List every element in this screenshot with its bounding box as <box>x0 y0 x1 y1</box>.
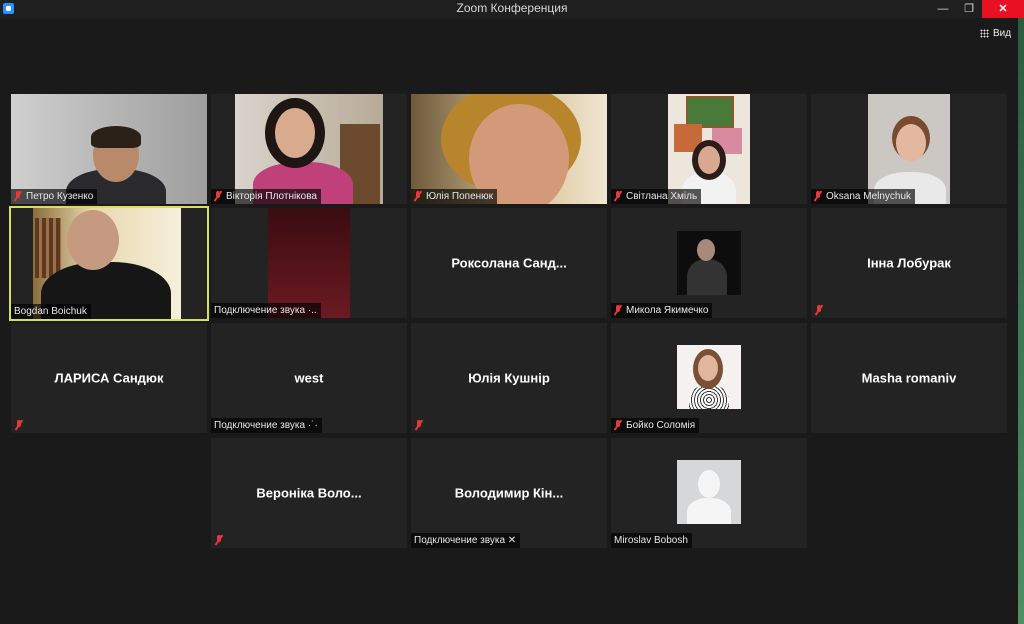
person-head <box>275 108 315 158</box>
video-tile[interactable]: Микола Якимечко <box>611 208 807 318</box>
mic-muted-icon <box>14 191 22 201</box>
participant-name: Микола Якимечко <box>626 305 709 316</box>
video-tile[interactable]: Володимир Кін... Подключение звука ✕ <box>411 438 607 548</box>
video-tile[interactable]: Юлія Кушнір <box>411 323 607 433</box>
person-head <box>698 355 718 381</box>
person-head <box>67 210 119 270</box>
participant-video <box>868 94 950 204</box>
bookshelf <box>35 218 61 278</box>
participant-label: Подключение звука ·.. <box>211 303 321 318</box>
mic-muted-icon <box>214 191 222 201</box>
participant-name: ЛАРИСА Сандюк <box>54 370 164 386</box>
participant-label: Світлана Хміль <box>611 189 702 204</box>
participant-status: Подключение звука ·.. <box>214 305 317 316</box>
video-tile[interactable]: Вікторія Плотнікова <box>211 94 407 204</box>
avatar-body <box>687 498 731 524</box>
participant-name: Бойко Соломія <box>626 420 696 431</box>
video-tile[interactable]: Masha romaniv <box>811 323 1007 433</box>
person-hair <box>91 126 141 148</box>
video-tile[interactable]: west Подключение звука ·˙· <box>211 323 407 433</box>
mic-muted-icon <box>815 305 823 315</box>
participant-name: Інна Лобурак <box>867 255 951 271</box>
participant-label: Микола Якимечко <box>611 303 713 318</box>
close-button[interactable]: ✕ <box>982 0 1024 18</box>
mic-muted-icon <box>414 191 422 201</box>
video-tile[interactable]: Miroslav Bobosh <box>611 438 807 548</box>
person-figure <box>687 259 727 295</box>
participant-video <box>33 208 181 319</box>
video-tile[interactable]: Вероніка Воло... <box>211 438 407 548</box>
video-tile[interactable]: Роксолана Санд... <box>411 208 607 318</box>
person-head <box>698 146 720 174</box>
participant-video <box>668 94 750 204</box>
participant-name: Петро Кузенко <box>26 191 94 202</box>
view-button[interactable]: Вид <box>976 25 1014 43</box>
avatar-head <box>698 470 720 498</box>
mic-muted-icon <box>215 535 223 545</box>
participant-label: Подключение звука ✕ <box>411 533 521 548</box>
video-tile-active-speaker[interactable]: Bogdan Boichuk <box>9 206 209 321</box>
default-avatar-icon <box>677 460 741 524</box>
participant-name: Masha romaniv <box>861 370 957 386</box>
maximize-button[interactable]: ❐ <box>956 0 982 18</box>
video-tile[interactable]: ЛАРИСА Сандюк <box>11 323 207 433</box>
video-tile[interactable]: Світлана Хміль <box>611 94 807 204</box>
person-head <box>896 124 926 162</box>
person-head <box>697 239 715 261</box>
participant-name: Bogdan Boichuk <box>14 306 87 317</box>
profile-picture <box>677 231 741 295</box>
video-tile[interactable]: Подключение звука ·.. <box>211 208 407 318</box>
participant-label: Вікторія Плотнікова <box>211 189 321 204</box>
participant-label: Oksana Melnychuk <box>811 189 916 204</box>
participant-label: Подключение звука ·˙· <box>211 418 322 433</box>
participant-video <box>11 94 207 204</box>
participant-label: Юлія Попенюк <box>411 189 498 204</box>
participant-name: Oksana Melnychuk <box>826 191 912 202</box>
participant-name: Miroslav Bobosh <box>614 535 688 546</box>
mic-muted-icon <box>614 191 622 201</box>
view-label: Вид <box>993 28 1012 39</box>
mic-muted-icon <box>814 191 822 201</box>
participant-name: Вероніка Воло... <box>256 485 362 501</box>
participant-label: Петро Кузенко <box>11 189 98 204</box>
participant-video <box>268 208 350 318</box>
participant-name: west <box>294 370 324 386</box>
profile-picture <box>677 345 741 409</box>
video-tile[interactable]: Інна Лобурак <box>811 208 1007 318</box>
grid-view-icon <box>980 28 989 38</box>
participant-label: Bogdan Boichuk <box>11 304 91 319</box>
video-tile[interactable]: Бойко Соломія <box>611 323 807 433</box>
title-bar: Zoom Конференция — ❐ ✕ <box>0 0 1024 18</box>
participant-name: Вікторія Плотнікова <box>226 191 317 202</box>
participant-status: Подключение звука ·˙· <box>214 420 318 431</box>
video-tile[interactable]: Oksana Melnychuk <box>811 94 1007 204</box>
participant-name: Юлія Кушнір <box>468 370 550 386</box>
video-tile[interactable]: Петро Кузенко <box>11 94 207 204</box>
participant-video <box>411 94 607 204</box>
participant-label: Бойко Соломія <box>611 418 700 433</box>
participant-status: Подключение звука ✕ <box>414 535 517 546</box>
mic-muted-icon <box>614 420 622 430</box>
participant-video <box>235 94 383 204</box>
desktop-edge <box>1018 18 1024 624</box>
participant-name: Володимир Кін... <box>454 485 564 501</box>
window-title: Zoom Конференция <box>456 1 568 15</box>
mic-muted-icon <box>15 420 23 430</box>
participant-name: Світлана Хміль <box>626 191 698 202</box>
video-tile[interactable]: Юлія Попенюк <box>411 94 607 204</box>
minimize-button[interactable]: — <box>930 0 956 18</box>
participant-label: Miroslav Bobosh <box>611 533 692 548</box>
participant-name: Роксолана Санд... <box>451 255 567 271</box>
participant-name: Юлія Попенюк <box>426 191 494 202</box>
mic-muted-icon <box>415 420 423 430</box>
mic-muted-icon <box>614 305 622 315</box>
